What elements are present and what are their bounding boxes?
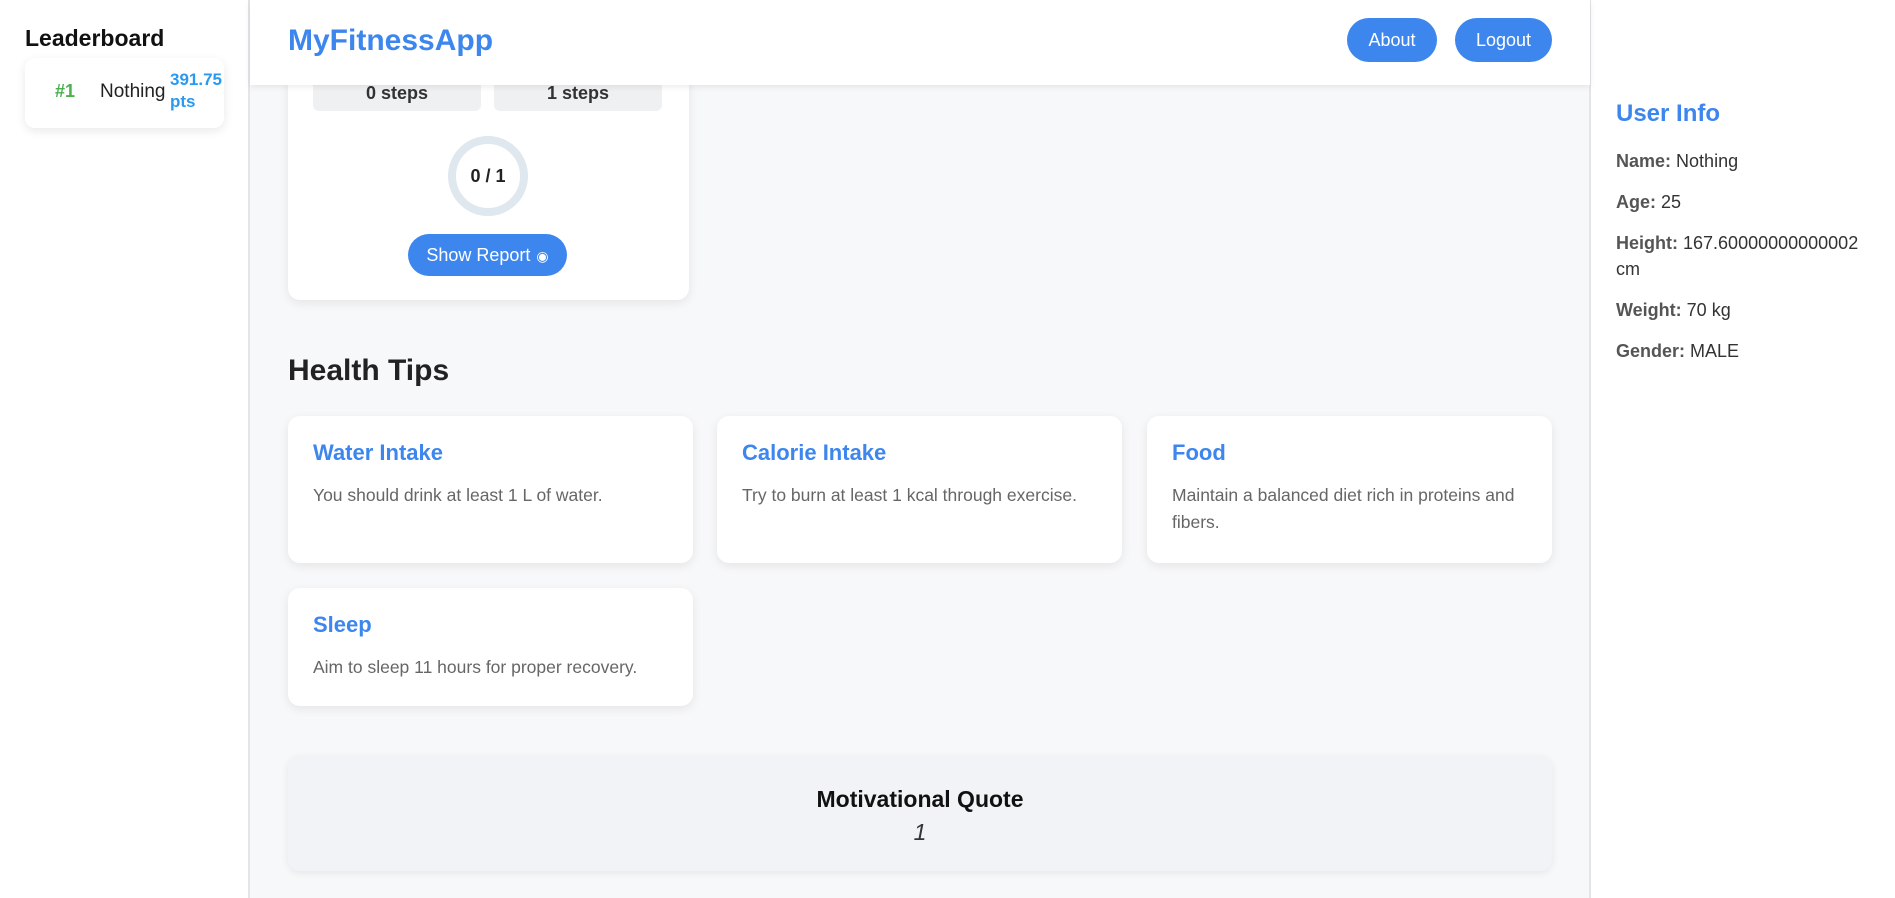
main-content: 0 steps 1 steps 0 / 1 Show Report ◉ Healt… [250,0,1590,898]
leaderboard-sidebar: Leaderboard #1 Nothing 391.75 pts [0,0,250,898]
user-info-sidebar: User Info Name: Nothing Age: 25 Height: … [1589,0,1895,898]
tip-title: Water Intake [313,440,444,465]
app-brand[interactable]: MyFitnessApp [288,24,493,58]
eye-icon: ◉ [536,247,549,264]
progress-ring-text: 0 / 1 [470,166,506,186]
user-age-label: Age: [1616,192,1656,212]
leaderboard-points: 391.75 pts [170,70,222,111]
tip-card-calorie: Calorie Intake Try to burn at least 1 kc… [717,416,1122,563]
tip-text: Aim to sleep 11 hours for proper recover… [313,657,638,677]
progress-ring: 0 / 1 [448,136,528,216]
user-info-title: User Info [1616,100,1721,127]
tip-card-food: Food Maintain a balanced diet rich in pr… [1147,416,1552,563]
leaderboard-entry[interactable]: #1 Nothing 391.75 pts [25,58,224,128]
user-name-label: Name: [1616,151,1672,171]
leaderboard-rank: #1 [55,81,76,101]
user-weight-row: Weight: 70 kg [1616,297,1881,323]
user-age-row: Age: 25 [1616,189,1881,215]
top-header: MyFitnessApp About Logout [250,0,1590,85]
user-gender-value: MALE [1690,341,1740,361]
show-report-button[interactable]: Show Report ◉ [408,234,567,276]
user-gender-row: Gender: MALE [1616,338,1881,364]
user-weight-label: Weight: [1616,300,1682,320]
user-info-list: Name: Nothing Age: 25 Height: 167.600000… [1616,148,1881,379]
tip-card-water: Water Intake You should drink at least 1… [288,416,693,563]
tip-title: Calorie Intake [742,440,887,465]
tip-card-sleep: Sleep Aim to sleep 11 hours for proper r… [288,588,693,706]
health-tips-title: Health Tips [288,354,450,387]
user-name-row: Name: Nothing [1616,148,1881,174]
logout-button[interactable]: Logout [1455,18,1552,62]
tip-title: Food [1172,440,1226,465]
motivational-quote: Motivational Quote 1 [288,756,1552,871]
tip-title: Sleep [313,612,372,637]
about-button[interactable]: About [1347,18,1437,62]
tip-text: Try to burn at least 1 kcal through exer… [742,485,1077,505]
user-gender-label: Gender: [1616,341,1686,361]
leaderboard-title: Leaderboard [25,25,165,51]
leaderboard-name: Nothing [100,81,166,102]
quote-text: 1 [913,819,927,845]
show-report-label: Show Report [426,244,531,265]
user-height-row: Height: 167.60000000000002 cm [1616,230,1881,282]
quote-title: Motivational Quote [816,786,1024,812]
user-age-value: 25 [1661,192,1682,212]
tip-text: You should drink at least 1 L of water. [313,485,603,505]
user-weight-value: 70 kg [1686,300,1731,320]
user-name-value: Nothing [1676,151,1739,171]
user-height-label: Height: [1616,233,1678,253]
tip-text: Maintain a balanced diet rich in protein… [1172,485,1515,532]
